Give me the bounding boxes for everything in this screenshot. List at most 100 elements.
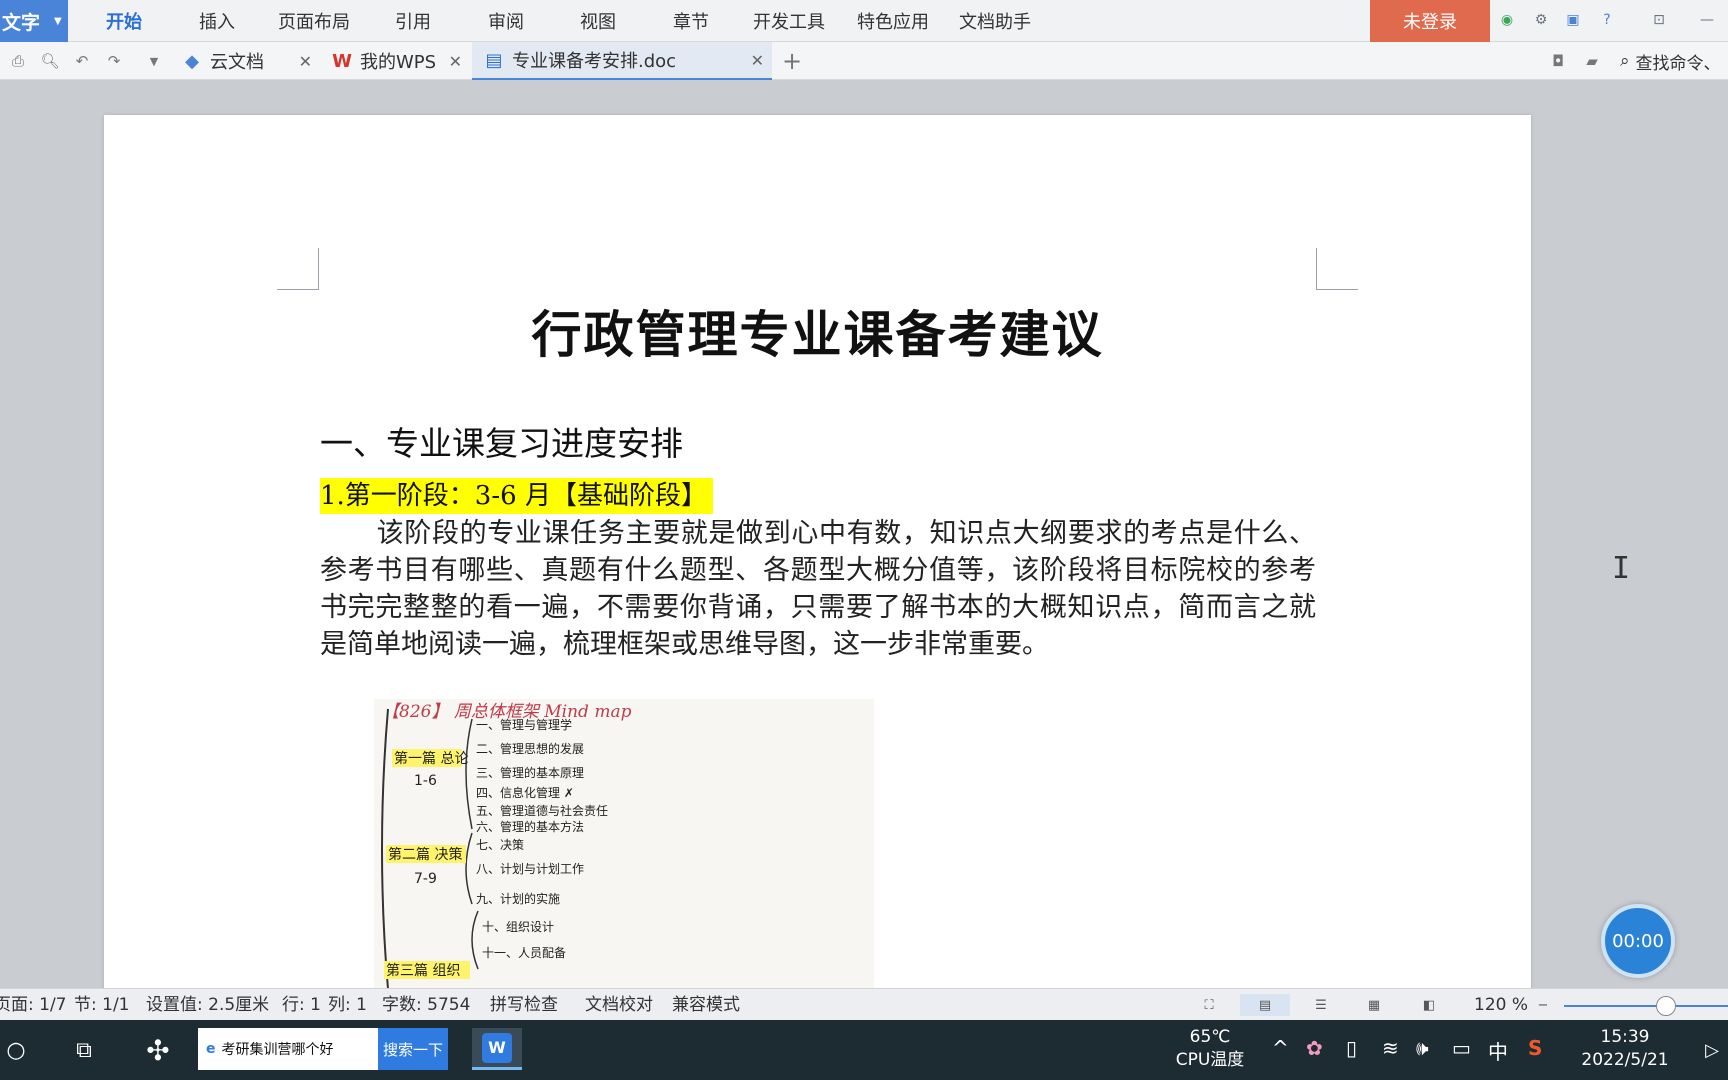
zoom-slider-thumb[interactable] [1656,996,1676,1016]
wps-writer-icon: W [482,1032,512,1063]
document-canvas[interactable]: 行政管理专业课备考建议 一、专业课复习进度安排 1.第一阶段：3-6 月【基础阶… [0,81,1728,988]
fullscreen-icon[interactable]: ⛶ [1200,996,1218,1014]
tab-cloud-docs[interactable]: ◆ 云文档 ✕ [170,42,320,80]
zoom-out-icon[interactable]: − [1534,996,1552,1014]
volume-icon[interactable]: 🕪︎ [1416,1036,1429,1060]
section-heading: 一、专业课复习进度安排 [320,424,683,463]
tray-expand-icon[interactable]: ^ [1272,1036,1289,1060]
flower-app-icon[interactable]: ✿ [1306,1036,1323,1060]
comment-icon[interactable]: ▰ [1582,51,1602,71]
print-preview-icon[interactable]: 🔍︎ [40,51,60,71]
wps-logo-icon: W [332,50,352,72]
chevron-down-icon: ▼ [54,15,62,27]
login-button[interactable]: 未登录 [1370,0,1490,42]
command-search[interactable]: ⌕ 查找命令、 [1620,42,1721,80]
tab-label: 云文档 [210,52,264,73]
ie-icon: e [206,1041,216,1057]
menu-special-apps[interactable]: 特色应用 [857,0,929,42]
clock-date: 2022/5/21 [1581,1050,1669,1070]
menu-page-layout[interactable]: 页面布局 [278,0,350,42]
undo-icon[interactable]: ↶ [72,51,92,71]
menu-review[interactable]: 审阅 [488,0,524,42]
document-title: 行政管理专业课备考建议 [531,306,1104,364]
wifi-icon[interactable]: ≋ [1382,1036,1399,1060]
close-icon[interactable]: ✕ [751,51,764,70]
outline-view-icon[interactable]: ☰ [1312,996,1330,1014]
body-paragraph-text: 该阶段的专业课任务主要就是做到心中有数，知识点大纲要求的考点是什么、参考书目有哪… [320,518,1316,660]
pinwheel-app-icon[interactable]: ✣ [142,1034,174,1067]
phone-icon[interactable]: ▯ [1346,1036,1357,1060]
mindmap-group-label: 第三篇 组织 [386,962,460,979]
wps-taskbar-button[interactable]: W [472,1028,522,1070]
document-tabbar: ⎙ 🔍︎ ↶ ↷ ▼ ◆ 云文档 ✕ W 我的WPS ✕ ▤ 专业课备考安排.d… [0,42,1728,80]
document-page[interactable]: 行政管理专业课备考建议 一、专业课复习进度安排 1.第一阶段：3-6 月【基础阶… [104,115,1531,988]
status-compat-mode: 兼容模式 [672,995,740,1015]
notification-icon[interactable]: ▷ [1696,1034,1728,1066]
search-icon: ⌕ [1620,51,1630,71]
zoom-level[interactable]: 120 % [1474,989,1528,1021]
status-col: 列: 1 [328,995,367,1015]
status-section: 节: 1/1 [74,995,130,1015]
browser-search-button[interactable]: 搜索一下 [378,1028,448,1070]
sogou-ime-icon[interactable]: S [1528,1036,1542,1060]
skin-icon[interactable]: ◉ [1498,11,1516,29]
close-icon[interactable]: ✕ [299,52,312,71]
status-proofread[interactable]: 文档校对 [585,989,653,1021]
cortana-icon[interactable]: ○ [0,1034,32,1066]
tab-current-document[interactable]: ▤ 专业课备考安排.doc ✕ [472,42,772,80]
menu-chapter[interactable]: 章节 [673,0,709,42]
ime-indicator[interactable]: 中 [1488,1036,1508,1065]
mindmap-item: 九、计划的实施 [476,891,560,906]
minimize-ribbon-icon[interactable]: ⊡ [1650,11,1668,29]
tab-my-wps[interactable]: W 我的WPS ✕ [320,42,470,80]
mindmap-item: 六、管理的基本方法 [476,819,584,834]
menu-home[interactable]: 开始 [106,0,142,42]
document-icon: ▤ [485,49,503,71]
share-icon[interactable]: ▣ [1564,11,1582,29]
system-clock[interactable]: 15:39 2022/5/21 [1570,1026,1680,1072]
cpu-temperature: 65℃ CPU温度 [1160,1026,1260,1072]
mindmap-item: 二、管理思想的发展 [476,741,584,756]
print-icon[interactable]: ⎙ [8,51,28,71]
mindmap-item: 八、计划与计划工作 [476,862,584,876]
window-minimize-icon[interactable]: — [1698,11,1716,29]
status-spell-check[interactable]: 拼写检查 [490,989,558,1021]
new-tab-icon[interactable]: + [782,47,802,75]
redo-icon[interactable]: ↷ [104,51,124,71]
mindmap-item: 三、管理的基本原理 [476,765,584,780]
help-icon[interactable]: ? [1598,11,1616,29]
pin-icon[interactable]: ◘ [1548,51,1568,71]
command-search-label: 查找命令、 [1635,53,1721,74]
mindmap-group-label: 第二篇 决策 [388,846,462,863]
zoom-slider-track[interactable] [1564,1005,1728,1007]
quick-access-dropdown-icon[interactable]: ▼ [144,51,164,71]
web-view-icon[interactable]: ▦ [1365,996,1383,1014]
app-menu-button[interactable]: 文字 ▼ [0,0,68,42]
clock-time: 15:39 [1600,1027,1650,1047]
status-page[interactable]: 页面: 1/7 [0,989,67,1021]
menu-doc-assistant[interactable]: 文档助手 [959,0,1031,42]
mindmap-image[interactable]: 【826】 周总体框架 Mind map 第一篇 总论 1-6 第二篇 决策 7… [374,699,874,988]
browser-search-box[interactable]: e 考研集训营哪个好 [198,1028,378,1070]
task-view-icon[interactable]: ⧉ [68,1034,100,1066]
mindmap-item: 十、组织设计 [482,920,554,934]
mindmap-item: 七、决策 [476,838,524,852]
status-word-count[interactable]: 字数: 5754 [382,989,470,1021]
eye-protect-icon[interactable]: ◧ [1420,996,1438,1014]
menu-insert[interactable]: 插入 [199,0,235,42]
mindmap-item: 一、管理与管理学 [476,717,572,732]
cpu-temp-label: CPU温度 [1175,1050,1245,1070]
page-view-icon[interactable]: ▤ [1240,994,1290,1016]
menu-developer[interactable]: 开发工具 [753,0,825,42]
tab-label: 专业课备考安排.doc [512,51,677,72]
menu-references[interactable]: 引用 [395,0,431,42]
mindmap-group-range: 1-6 [414,773,437,789]
margin-marker-top-right [1316,248,1358,290]
status-setting: 设置值: 2.5厘米 [146,995,270,1015]
menu-view[interactable]: 视图 [580,0,616,42]
recording-timer[interactable]: 00:00 [1601,904,1675,978]
battery-icon[interactable]: ▭ [1452,1036,1471,1060]
settings-icon[interactable]: ⚙ [1532,11,1550,29]
app-name: 文字 [2,11,41,34]
close-icon[interactable]: ✕ [449,52,462,71]
